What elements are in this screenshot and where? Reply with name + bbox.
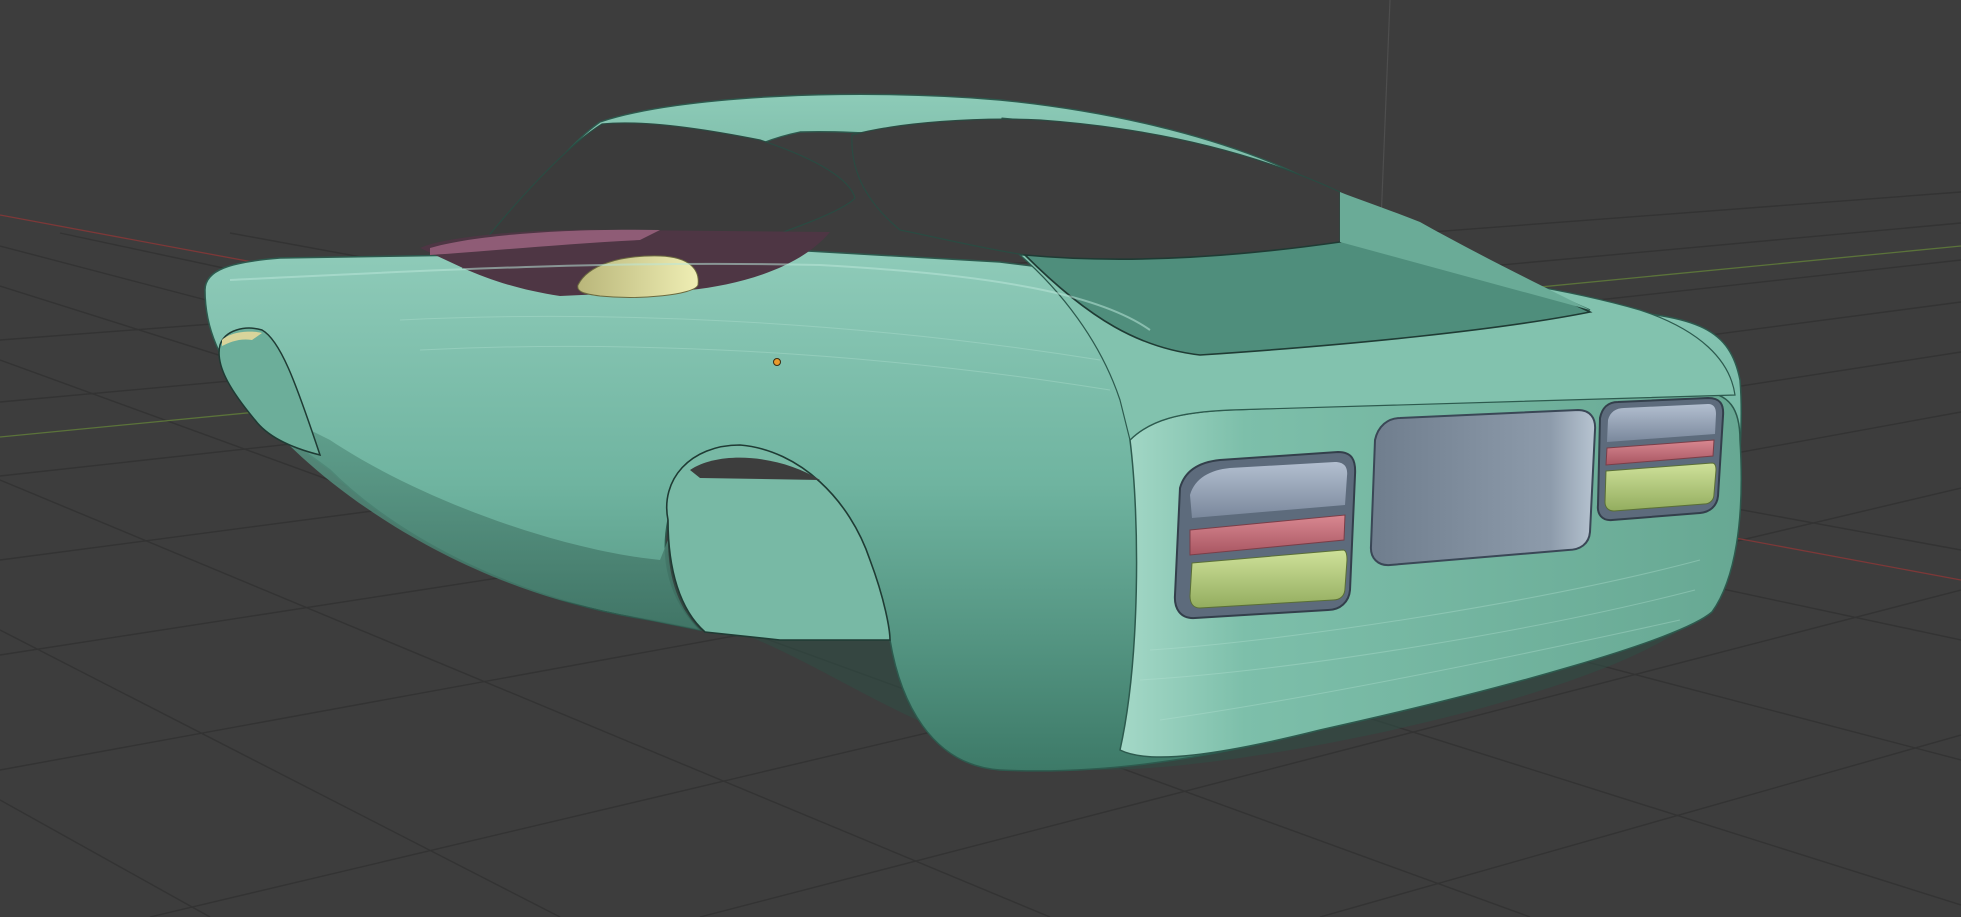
tail-lamp-right [1596,396,1725,522]
license-plate-recess [1369,408,1597,567]
tail-lamp-left [1173,450,1357,620]
3d-viewport[interactable] [0,0,1961,917]
car-body-model[interactable] [204,93,1742,772]
car-rear-window [851,118,1341,262]
tail-lamp-right-green [1604,462,1717,512]
object-origin-point[interactable] [773,358,781,366]
